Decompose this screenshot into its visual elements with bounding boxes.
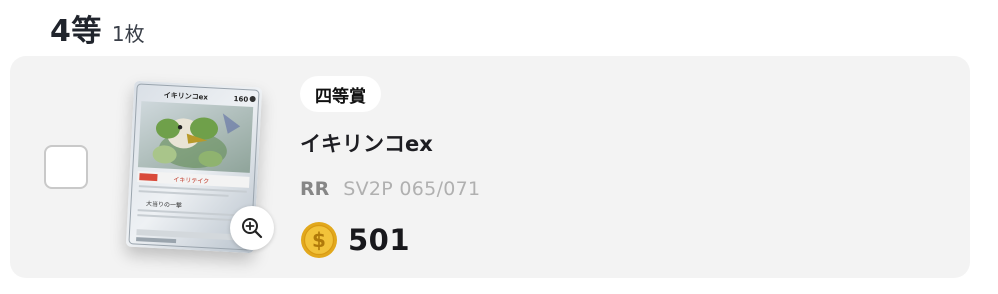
- prize-count-label: 1枚: [111, 22, 145, 46]
- zoom-button[interactable]: [230, 206, 274, 250]
- card-rarity: RR: [300, 178, 330, 200]
- prize-rank-heading: 4等 1枚: [50, 6, 145, 50]
- card-code: SV2P 065/071: [343, 178, 481, 200]
- zoom-in-icon: [242, 218, 263, 239]
- point-amount: 501: [348, 223, 411, 257]
- card-art-hp: 160: [233, 95, 248, 104]
- prize-tier-badge: 四等賞: [300, 76, 381, 112]
- svg-text:$: $: [312, 228, 326, 252]
- point-value: $ 501: [300, 221, 410, 259]
- prize-item-row: イキリンコex 160 イキリテイク 大当りの一撃 四等賞 イキリンコex RR…: [10, 56, 970, 278]
- card-name: イキリンコex: [300, 132, 433, 156]
- select-checkbox[interactable]: [44, 145, 88, 189]
- card-meta: RR SV2P 065/071: [300, 178, 480, 200]
- coin-icon: $: [301, 222, 337, 258]
- prize-rank-label: 4等: [50, 14, 102, 49]
